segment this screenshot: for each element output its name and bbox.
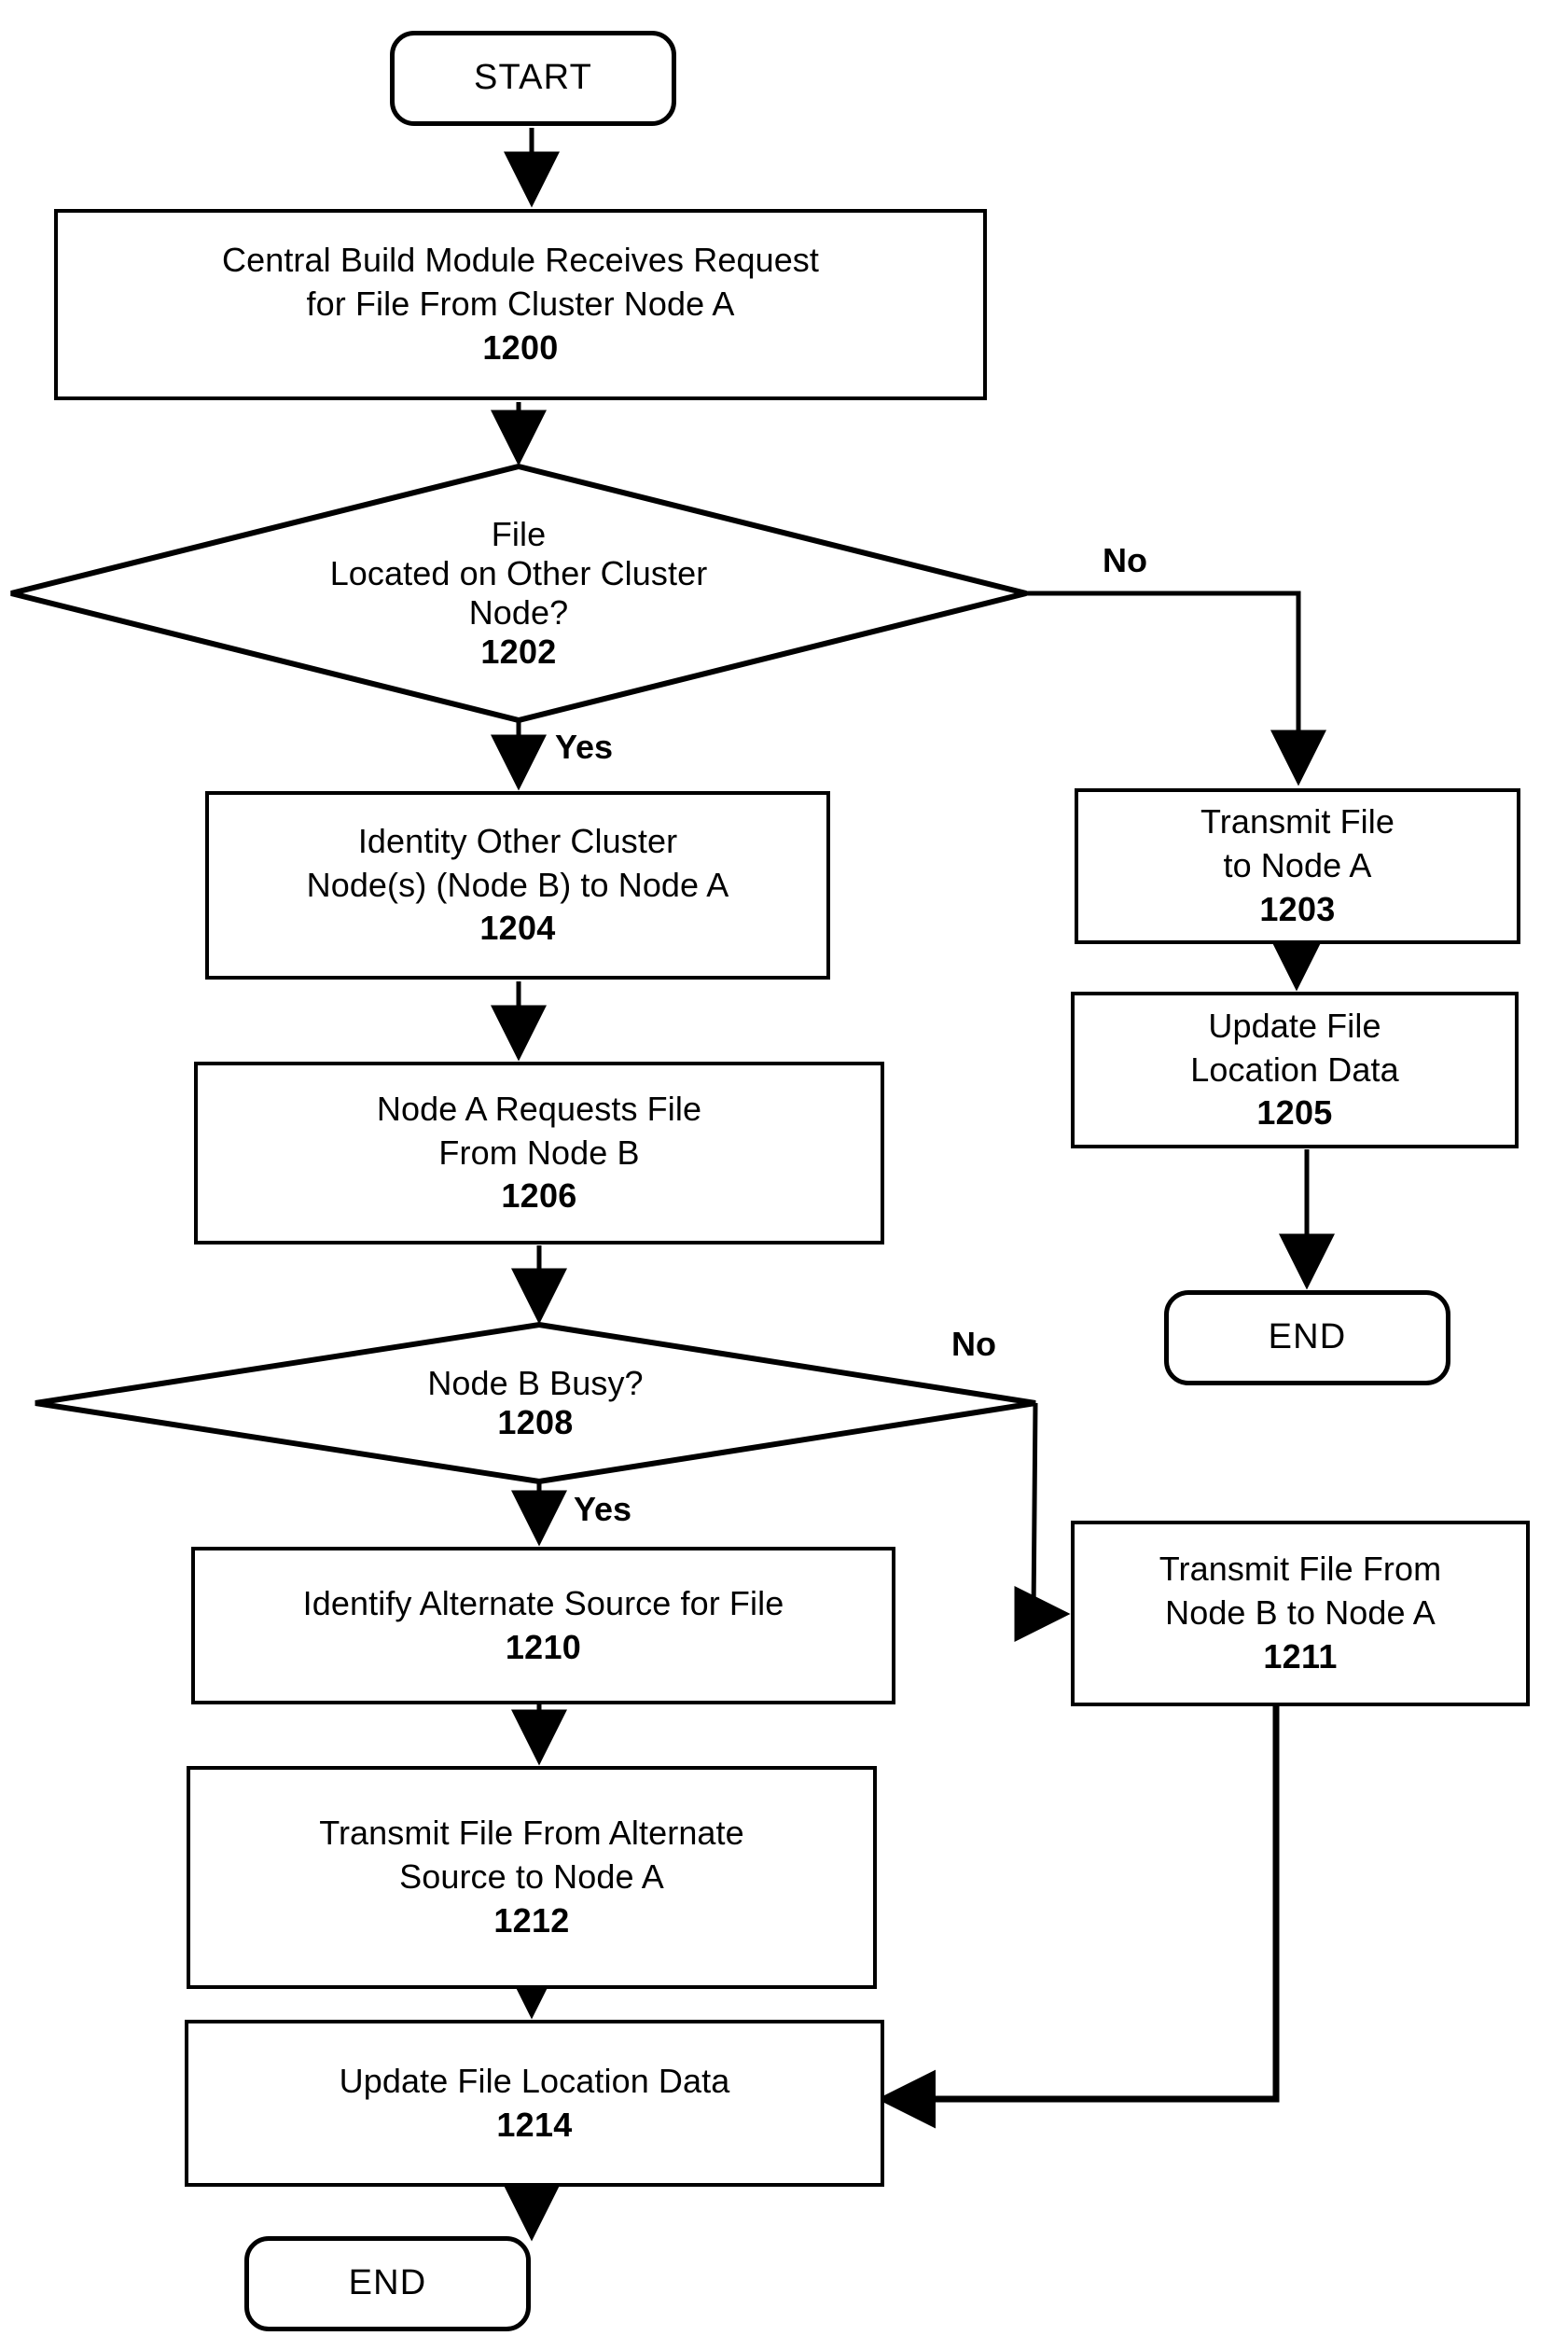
node-1205-line-1: Update File — [1208, 1006, 1381, 1045]
node-1212-line-2: Source to Node A — [399, 1857, 664, 1897]
edge-1208-no-to-1211 — [1014, 1402, 1071, 1642]
node-1208: Node B Busy? 1208 — [35, 1325, 1035, 1481]
node-1210-ref: 1210 — [505, 1627, 582, 1666]
branch-label-1208-yes: Yes — [574, 1490, 632, 1528]
node-1210: Identify Alternate Source for File 1210 — [191, 1547, 895, 1704]
flowchart-canvas: START Central Build Module Receives Requ… — [0, 0, 1568, 2350]
node-1204-ref: 1204 — [479, 909, 556, 948]
node-1208-line-1: Node B Busy? — [427, 1364, 644, 1402]
node-1206: Node A Requests File From Node B 1206 — [194, 1062, 884, 1245]
node-1200: Central Build Module Receives Request fo… — [54, 209, 987, 400]
node-start-label: START — [473, 58, 593, 98]
node-1202-line-3: Node? — [468, 593, 569, 632]
node-1200-line-1: Central Build Module Receives Request — [221, 241, 820, 280]
branch-label-1202-no: No — [1103, 541, 1147, 579]
node-1210-line-1: Identify Alternate Source for File — [302, 1583, 784, 1622]
node-1211-line-1: Transmit File From — [1159, 1550, 1442, 1589]
node-1202-line-1: File — [491, 515, 547, 553]
node-1212: Transmit File From Alternate Source to N… — [187, 1766, 877, 1989]
node-1206-line-2: From Node B — [438, 1133, 640, 1172]
node-1206-ref: 1206 — [501, 1176, 577, 1216]
node-end-right: END — [1164, 1290, 1450, 1385]
node-1205-ref: 1205 — [1256, 1093, 1333, 1133]
decision-shape-1202 — [10, 463, 1027, 724]
node-1205: Update File Location Data 1205 — [1071, 992, 1519, 1148]
node-1214-line-1: Update File Location Data — [339, 2061, 730, 2100]
node-1202-line-2: Located on Other Cluster — [329, 554, 708, 592]
node-1200-line-2: for File From Cluster Node A — [306, 285, 735, 324]
node-end-right-label: END — [1268, 1317, 1347, 1357]
node-1204-line-2: Node(s) (Node B) to Node A — [306, 865, 729, 904]
node-1214-ref: 1214 — [496, 2105, 573, 2144]
decision-shape-1208 — [35, 1321, 1036, 1485]
node-1204: Identity Other Cluster Node(s) (Node B) … — [205, 791, 830, 980]
node-1200-ref: 1200 — [482, 327, 559, 367]
node-1203-line-2: to Node A — [1223, 846, 1372, 885]
node-1211-line-2: Node B to Node A — [1165, 1593, 1436, 1633]
node-1203: Transmit File to Node A 1203 — [1075, 788, 1520, 944]
node-1212-line-1: Transmit File From Alternate — [319, 1814, 744, 1853]
branch-label-1208-no: No — [951, 1325, 996, 1363]
node-1203-line-1: Transmit File — [1200, 802, 1395, 841]
node-1205-line-2: Location Data — [1190, 1050, 1399, 1089]
node-1211: Transmit File From Node B to Node A 1211 — [1071, 1521, 1530, 1706]
node-end-bottom: END — [244, 2236, 531, 2331]
node-1212-ref: 1212 — [493, 1900, 570, 1940]
node-start: START — [390, 31, 676, 126]
node-1211-ref: 1211 — [1263, 1636, 1338, 1676]
edge-1202-no-to-1203 — [1026, 591, 1326, 786]
node-1214: Update File Location Data 1214 — [185, 2020, 884, 2187]
node-1204-line-1: Identity Other Cluster — [357, 821, 678, 860]
node-1202-ref: 1202 — [480, 633, 557, 671]
branch-label-1202-yes: Yes — [555, 728, 614, 766]
node-1202: File Located on Other Cluster Node? 1202 — [11, 466, 1026, 720]
node-end-bottom-label: END — [348, 2263, 427, 2303]
node-1208-ref: 1208 — [497, 1403, 574, 1441]
node-1203-ref: 1203 — [1259, 889, 1336, 928]
node-1206-line-1: Node A Requests File — [376, 1089, 702, 1128]
edge-1211-to-1214 — [877, 1706, 1280, 2129]
